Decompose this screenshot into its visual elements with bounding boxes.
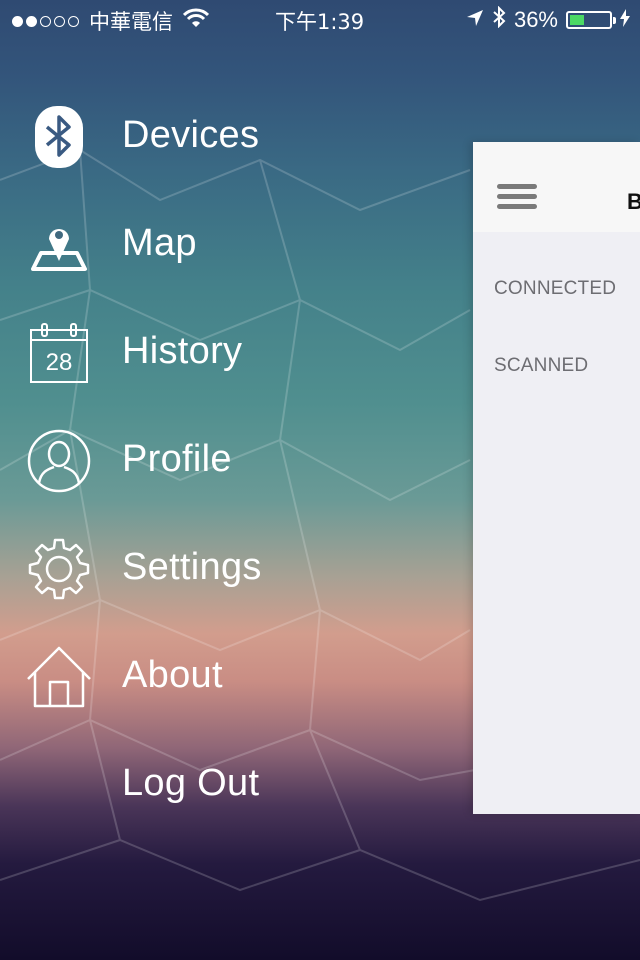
hamburger-line [497, 204, 537, 209]
gear-icon [26, 536, 92, 602]
main-panel[interactable]: B CONNECTED SCANNED [473, 142, 640, 814]
section-header-connected: CONNECTED [494, 278, 617, 299]
menu-toggle-button[interactable] [497, 184, 539, 214]
bluetooth-icon [492, 5, 506, 34]
menu-item-history[interactable]: 28 History [0, 302, 470, 402]
menu-label: History [122, 330, 243, 372]
status-bar: 中華電信 下午1:39 36% [0, 0, 640, 40]
menu-label: Profile [122, 438, 232, 480]
menu-item-logout[interactable]: Log Out [0, 734, 470, 834]
signal-dot [12, 15, 23, 27]
menu-label: Settings [122, 546, 262, 588]
charging-icon [620, 7, 630, 33]
carrier-name: 中華電信 [89, 10, 173, 34]
calendar-icon: 28 [26, 320, 92, 386]
section-header-scanned: SCANNED [494, 355, 589, 376]
status-left: 中華電信 [12, 6, 210, 36]
signal-dot [26, 15, 37, 27]
status-time: 下午1:39 [275, 10, 365, 34]
location-arrow-icon [466, 7, 484, 33]
bluetooth-icon [26, 104, 92, 170]
calendar-day: 28 [46, 349, 73, 376]
battery-icon [566, 11, 616, 29]
menu-item-map[interactable]: Map [0, 194, 470, 294]
menu-item-settings[interactable]: Settings [0, 518, 470, 618]
menu-label: Map [122, 222, 197, 264]
user-icon [26, 428, 92, 494]
status-right: 36% [466, 5, 630, 34]
hamburger-line [497, 184, 537, 189]
signal-dot [40, 15, 51, 27]
signal-strength-icon [12, 15, 79, 27]
menu-item-devices[interactable]: Devices [0, 86, 470, 186]
house-icon [26, 644, 92, 710]
signal-dot [68, 15, 79, 27]
signal-dot [54, 15, 65, 27]
page-title: B [627, 189, 640, 214]
menu-label: Devices [122, 114, 260, 156]
menu-item-about[interactable]: About [0, 626, 470, 726]
menu-label: About [122, 654, 223, 696]
map-pin-icon [26, 212, 92, 278]
battery-percent: 36% [513, 7, 558, 32]
menu-item-profile[interactable]: Profile [0, 410, 470, 510]
hamburger-line [497, 194, 537, 199]
navigation-bar: B [473, 142, 640, 232]
wifi-icon [182, 8, 210, 34]
menu-label: Log Out [122, 762, 260, 804]
battery-fill [570, 15, 584, 25]
